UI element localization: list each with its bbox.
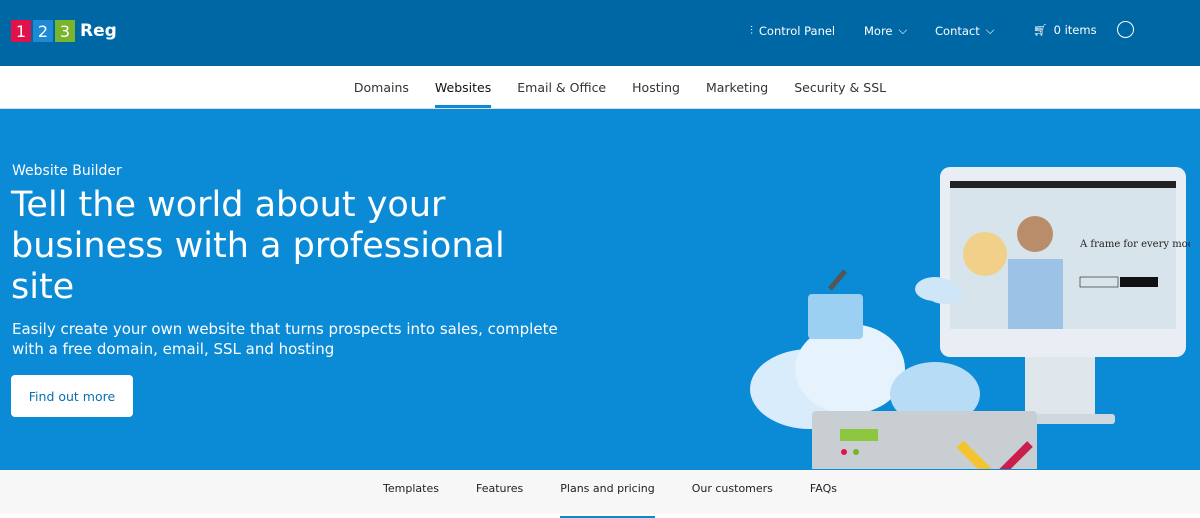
tab-faqs[interactable]: FAQs <box>810 470 837 514</box>
nav-marketing[interactable]: Marketing <box>706 66 768 108</box>
hero-eyebrow: Website Builder <box>12 163 122 179</box>
nav-security-ssl[interactable]: Security & SSL <box>794 66 886 108</box>
tab-plans-pricing[interactable]: Plans and pricing <box>560 470 656 518</box>
more-menu[interactable]: More ⌵ <box>864 23 907 38</box>
chevron-down-icon: ⌵ <box>985 23 995 37</box>
hero-title: Tell the world about your business with … <box>11 185 505 307</box>
tab-templates[interactable]: Templates <box>383 470 439 514</box>
account-icon[interactable] <box>1117 21 1134 38</box>
screen-headline: A frame for every mood! <box>1079 239 1190 250</box>
sliders-icon: ⫶ <box>750 23 753 37</box>
logo[interactable]: 1 2 3 Reg <box>11 20 117 42</box>
contact-menu[interactable]: Contact ⌵ <box>935 23 994 38</box>
logo-digit: 2 <box>33 20 53 42</box>
top-header: 1 2 3 Reg ⫶ Control Panel More ⌵ Contact ⌵ … <box>0 0 1200 66</box>
main-nav: Domains Websites Email & Office Hosting … <box>0 66 1200 109</box>
nav-hosting[interactable]: Hosting <box>632 66 680 108</box>
logo-digit: 1 <box>11 20 31 42</box>
website-builder-illustration: A frame for every mood! <box>750 167 1190 469</box>
sub-nav: Templates Features Plans and pricing Our… <box>0 470 1200 518</box>
hero-subtitle: Easily create your own website that turn… <box>12 320 558 358</box>
cart-icon: 🛒︎ <box>1033 23 1048 37</box>
logo-digit: 3 <box>55 20 75 42</box>
nav-websites[interactable]: Websites <box>434 66 492 108</box>
cart-link[interactable]: 🛒︎ 0 items <box>1033 23 1097 37</box>
basket-icon <box>808 294 863 339</box>
find-out-more-button[interactable]: Find out more <box>11 375 133 417</box>
contact-label: Contact <box>935 23 980 38</box>
tab-features[interactable]: Features <box>476 470 523 514</box>
control-panel-link[interactable]: ⫶ Control Panel <box>750 23 835 38</box>
nav-email-office[interactable]: Email & Office <box>517 66 606 108</box>
tab-our-customers[interactable]: Our customers <box>692 470 773 514</box>
hero: Website Builder Tell the world about you… <box>0 109 1200 470</box>
cart-label: 0 items <box>1053 23 1097 37</box>
chevron-down-icon: ⌵ <box>898 23 908 37</box>
nav-domains[interactable]: Domains <box>354 66 409 108</box>
more-label: More <box>864 23 893 38</box>
control-panel-label: Control Panel <box>758 23 836 38</box>
logo-text: Reg <box>80 21 117 41</box>
